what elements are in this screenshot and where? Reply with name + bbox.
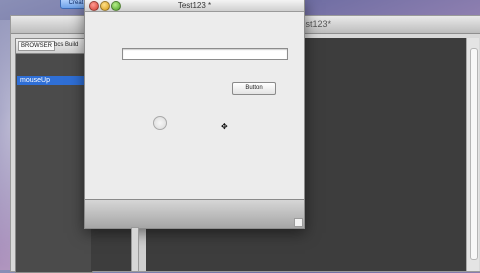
scrollbar-thumb[interactable] <box>470 48 478 260</box>
list-item-label: mouseUp <box>20 77 50 84</box>
browser-panel: BROWSER bcs Build mouseUp <box>15 38 93 273</box>
push-button[interactable]: Button <box>232 82 276 95</box>
text-field[interactable] <box>122 48 288 60</box>
app-titlebar[interactable]: Test123 * <box>85 0 304 12</box>
tab-build[interactable]: bcs Build <box>52 41 80 49</box>
browser-tab-strip: BROWSER bcs Build <box>16 39 92 54</box>
list-item[interactable]: mouseUp <box>17 76 91 85</box>
window-bottom-bar <box>85 199 304 228</box>
tab-browser[interactable]: BROWSER <box>18 41 56 51</box>
resize-grip-icon[interactable] <box>294 218 303 227</box>
mouse-cursor-icon: ✥ <box>221 122 228 131</box>
scrollbar-fragment <box>131 227 139 272</box>
progress-spinner-icon <box>153 116 167 130</box>
vertical-scrollbar[interactable] <box>466 38 479 271</box>
app-window: Test123 * Button <box>84 0 305 229</box>
app-window-title: Test123 * <box>177 1 212 10</box>
